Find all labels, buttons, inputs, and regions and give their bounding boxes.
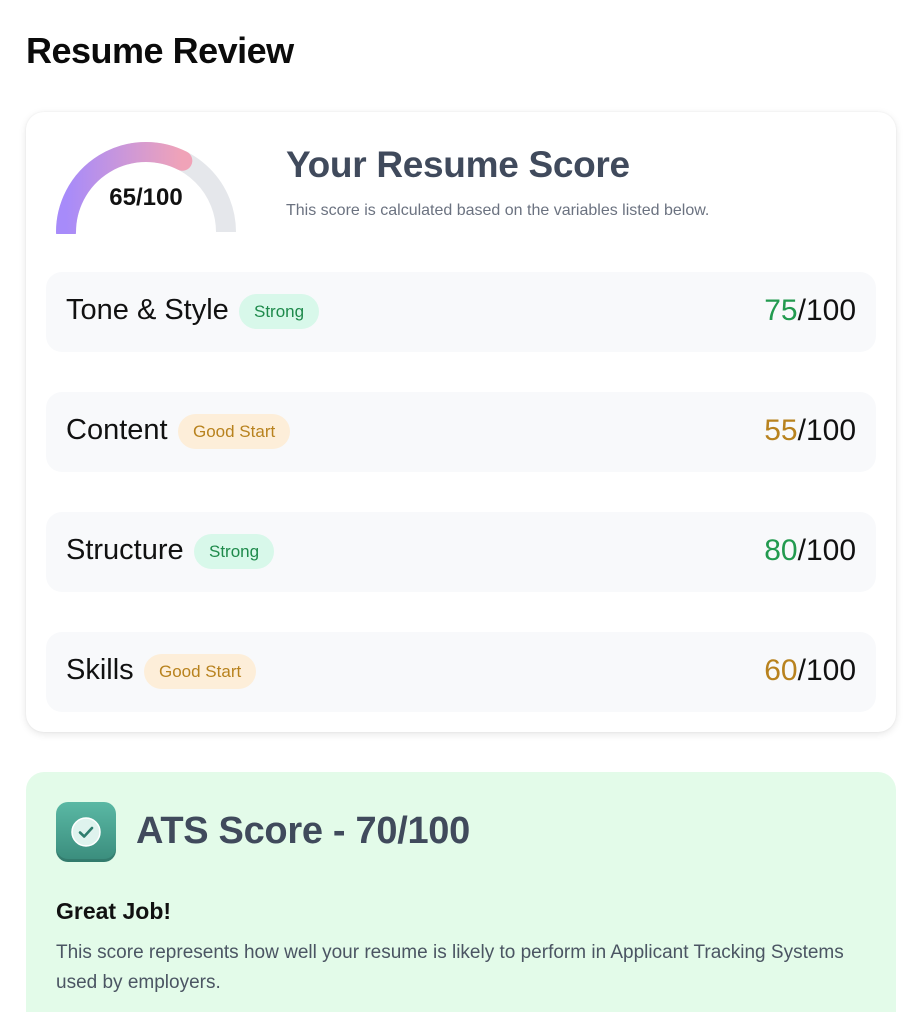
category-score-value: 75 <box>764 294 798 327</box>
status-badge: Good Start <box>178 414 291 449</box>
category-score: 55/100 <box>764 414 856 448</box>
score-gauge: 65/100 <box>56 142 236 234</box>
category-score-max: /100 <box>797 414 856 447</box>
category-name: Structure <box>66 534 184 566</box>
gauge-score-label: 65/100 <box>109 184 183 211</box>
ats-description: This score represents how well your resu… <box>56 942 844 993</box>
category-score: 80/100 <box>764 534 856 568</box>
category-score: 60/100 <box>764 654 856 688</box>
category-score-value: 55 <box>764 414 798 447</box>
category-score-max: /100 <box>797 534 856 567</box>
category-row-skills: Skills Good Start 60/100 <box>46 632 876 712</box>
category-score-max: /100 <box>797 654 856 687</box>
category-row-content: Content Good Start 55/100 <box>46 392 876 472</box>
status-badge: Good Start <box>144 654 257 689</box>
category-name: Content <box>66 414 168 446</box>
resume-score-subtitle: This score is calculated based on the va… <box>286 202 710 219</box>
ats-score-title: ATS Score - 70/100 <box>136 810 470 852</box>
category-row-structure: Structure Strong 80/100 <box>46 512 876 592</box>
category-score-max: /100 <box>797 294 856 327</box>
status-badge: Strong <box>239 294 320 329</box>
ats-score-card: ATS Score - 70/100 Great Job! This score… <box>26 772 896 1012</box>
check-badge-icon <box>56 802 116 862</box>
category-name: Skills <box>66 654 134 686</box>
category-score-value: 80 <box>764 534 798 567</box>
page-title: Resume Review <box>26 30 294 71</box>
category-name: Tone & Style <box>66 294 229 326</box>
category-score-value: 60 <box>764 654 798 687</box>
status-badge: Strong <box>194 534 275 569</box>
resume-score-heading: Your Resume Score <box>286 144 630 185</box>
ats-heading: Great Job! <box>56 898 172 924</box>
category-score: 75/100 <box>764 294 856 328</box>
category-row-tone-style: Tone & Style Strong 75/100 <box>46 272 876 352</box>
resume-score-card: 65/100 Your Resume Score This score is c… <box>26 112 896 732</box>
